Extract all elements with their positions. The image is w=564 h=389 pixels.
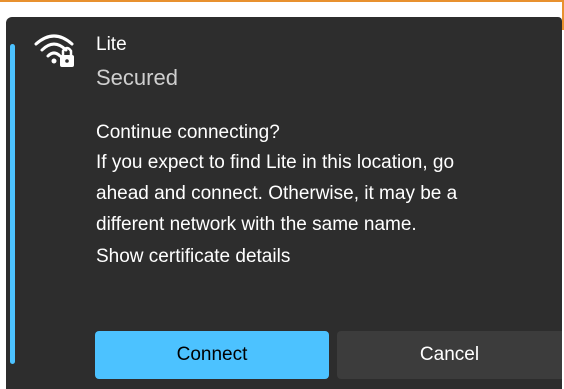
connect-button[interactable]: Connect <box>95 331 329 379</box>
screenshot-frame: Lite Secured Continue connecting? If you… <box>0 0 564 389</box>
message-line: ahead and connect. Otherwise, it may be … <box>96 183 458 204</box>
wifi-lock-icon <box>32 30 80 70</box>
show-certificate-details-link[interactable]: Show certificate details <box>96 246 290 268</box>
cancel-button-label: Cancel <box>419 344 480 365</box>
network-security-status: Secured <box>96 65 178 90</box>
window-edge-top <box>0 0 564 2</box>
message-line: different network with the same name. <box>96 214 417 235</box>
network-name: Lite <box>96 34 127 55</box>
cancel-button[interactable]: Cancel <box>337 331 562 379</box>
message-heading: Continue connecting? <box>96 122 280 143</box>
connect-button-label: Connect <box>176 344 248 365</box>
selection-accent-bar <box>10 44 15 364</box>
message-line: If you expect to find Lite in this locat… <box>96 152 455 173</box>
